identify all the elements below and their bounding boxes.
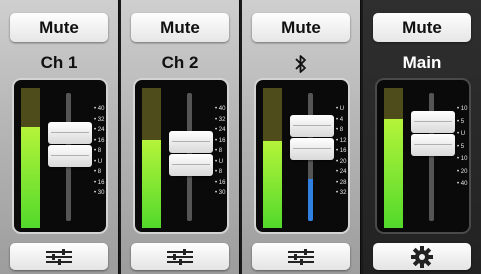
db-scale-tick: 30 — [94, 190, 105, 197]
db-scale-tick: 40 — [215, 106, 226, 113]
channel-strip-ch2: Mute Ch 2 40 32 24 16 8 U 8 16 30 — [121, 0, 239, 274]
channel-settings-button[interactable] — [10, 243, 108, 270]
db-scale-tick: 8 — [215, 169, 222, 176]
db-scale-tick: 32 — [215, 117, 226, 124]
db-scale-tick: 5 — [457, 144, 464, 151]
db-scale-tick: 16 — [94, 180, 105, 187]
level-meter — [142, 88, 161, 228]
db-scale-tick: 10 — [457, 106, 468, 113]
db-scale-tick: 32 — [94, 117, 105, 124]
bluetooth-icon — [295, 54, 306, 73]
level-meter-fill — [263, 141, 282, 228]
db-scale-tick: 8 — [94, 169, 101, 176]
level-meter — [263, 88, 282, 228]
fader-handle[interactable] — [48, 122, 92, 167]
db-scale-tick: 20 — [336, 159, 347, 166]
fader-well: 40 32 24 16 8 U 8 16 30 — [12, 78, 108, 234]
fader-well: 40 32 24 16 8 U 8 16 30 — [133, 78, 229, 234]
strip-divider — [361, 0, 363, 274]
db-scale-tick: 32 — [336, 190, 347, 197]
gear-icon — [411, 245, 433, 268]
settings-button[interactable] — [373, 243, 471, 270]
channel-strip-ch1: Mute Ch 1 40 32 24 16 8 U 8 16 30 — [0, 0, 118, 274]
db-scale-tick: 16 — [94, 138, 105, 145]
level-meter-fill — [21, 127, 40, 228]
db-scale-tick: U — [336, 106, 344, 113]
fader-track-fill — [308, 179, 313, 221]
level-meter — [384, 88, 403, 228]
db-scale-tick: 24 — [215, 127, 226, 134]
level-meter-fill — [142, 140, 161, 228]
fader-cap-upper — [48, 122, 92, 144]
db-scale-tick: 8 — [215, 148, 222, 155]
db-scale-tick: 16 — [215, 138, 226, 145]
channel-label — [242, 52, 360, 74]
fader-cap-lower — [411, 134, 455, 156]
level-meter — [21, 88, 40, 228]
fader-cap-upper — [290, 115, 334, 137]
db-scale-tick: 8 — [94, 148, 101, 155]
strip-divider — [119, 0, 121, 274]
db-scale-tick: 4 — [336, 117, 343, 124]
channel-label: Main — [402, 53, 442, 72]
mute-button[interactable]: Mute — [131, 13, 229, 42]
db-scale-tick: 30 — [215, 190, 226, 197]
db-scale-tick: U — [215, 159, 223, 166]
strip-divider — [240, 0, 242, 274]
db-scale-tick: 20 — [457, 169, 468, 176]
channel-label: Ch 2 — [161, 53, 199, 72]
fader-handle[interactable] — [290, 115, 334, 160]
mute-button[interactable]: Mute — [252, 13, 350, 42]
fader-handle[interactable] — [169, 131, 213, 176]
db-scale-tick: 16 — [336, 148, 347, 155]
db-scale-tick: 28 — [336, 180, 347, 187]
db-scale-tick: 10 — [457, 156, 468, 163]
fader-handle[interactable] — [411, 111, 455, 156]
sliders-icon — [46, 248, 72, 265]
fader-well: U 4 8 12 16 20 24 28 32 — [254, 78, 350, 234]
db-scale-tick: 40 — [94, 106, 105, 113]
mixer-panel: Mute Ch 1 40 32 24 16 8 U 8 16 30 Mute Ch 2 40 32 24 16 8… — [0, 0, 481, 274]
channel-strip-bt: Mute U 4 8 12 16 20 24 28 32 — [242, 0, 360, 274]
level-meter-fill — [384, 119, 403, 228]
mute-button[interactable]: Mute — [10, 13, 108, 42]
db-scale-tick: 12 — [336, 138, 347, 145]
channel-settings-button[interactable] — [131, 243, 229, 270]
fader-cap-lower — [48, 145, 92, 167]
db-scale-tick: U — [457, 131, 465, 138]
fader-cap-upper — [169, 131, 213, 153]
channel-label: Ch 1 — [40, 53, 78, 72]
fader-well: 10 5 U 5 10 20 40 — [375, 78, 471, 234]
channel-strip-main: Mute Main 10 5 U 5 10 20 40 — [363, 0, 481, 274]
db-scale-tick: 5 — [457, 119, 464, 126]
db-scale-tick: U — [94, 159, 102, 166]
db-scale-tick: 8 — [336, 127, 343, 134]
fader-cap-lower — [169, 154, 213, 176]
db-scale-tick: 24 — [94, 127, 105, 134]
db-scale-tick: 24 — [336, 169, 347, 176]
fader-cap-lower — [290, 138, 334, 160]
fader-cap-upper — [411, 111, 455, 133]
sliders-icon — [167, 248, 193, 265]
mute-button[interactable]: Mute — [373, 13, 471, 42]
sliders-icon — [288, 248, 314, 265]
db-scale-tick: 16 — [215, 180, 226, 187]
db-scale-tick: 40 — [457, 181, 468, 188]
channel-settings-button[interactable] — [252, 243, 350, 270]
